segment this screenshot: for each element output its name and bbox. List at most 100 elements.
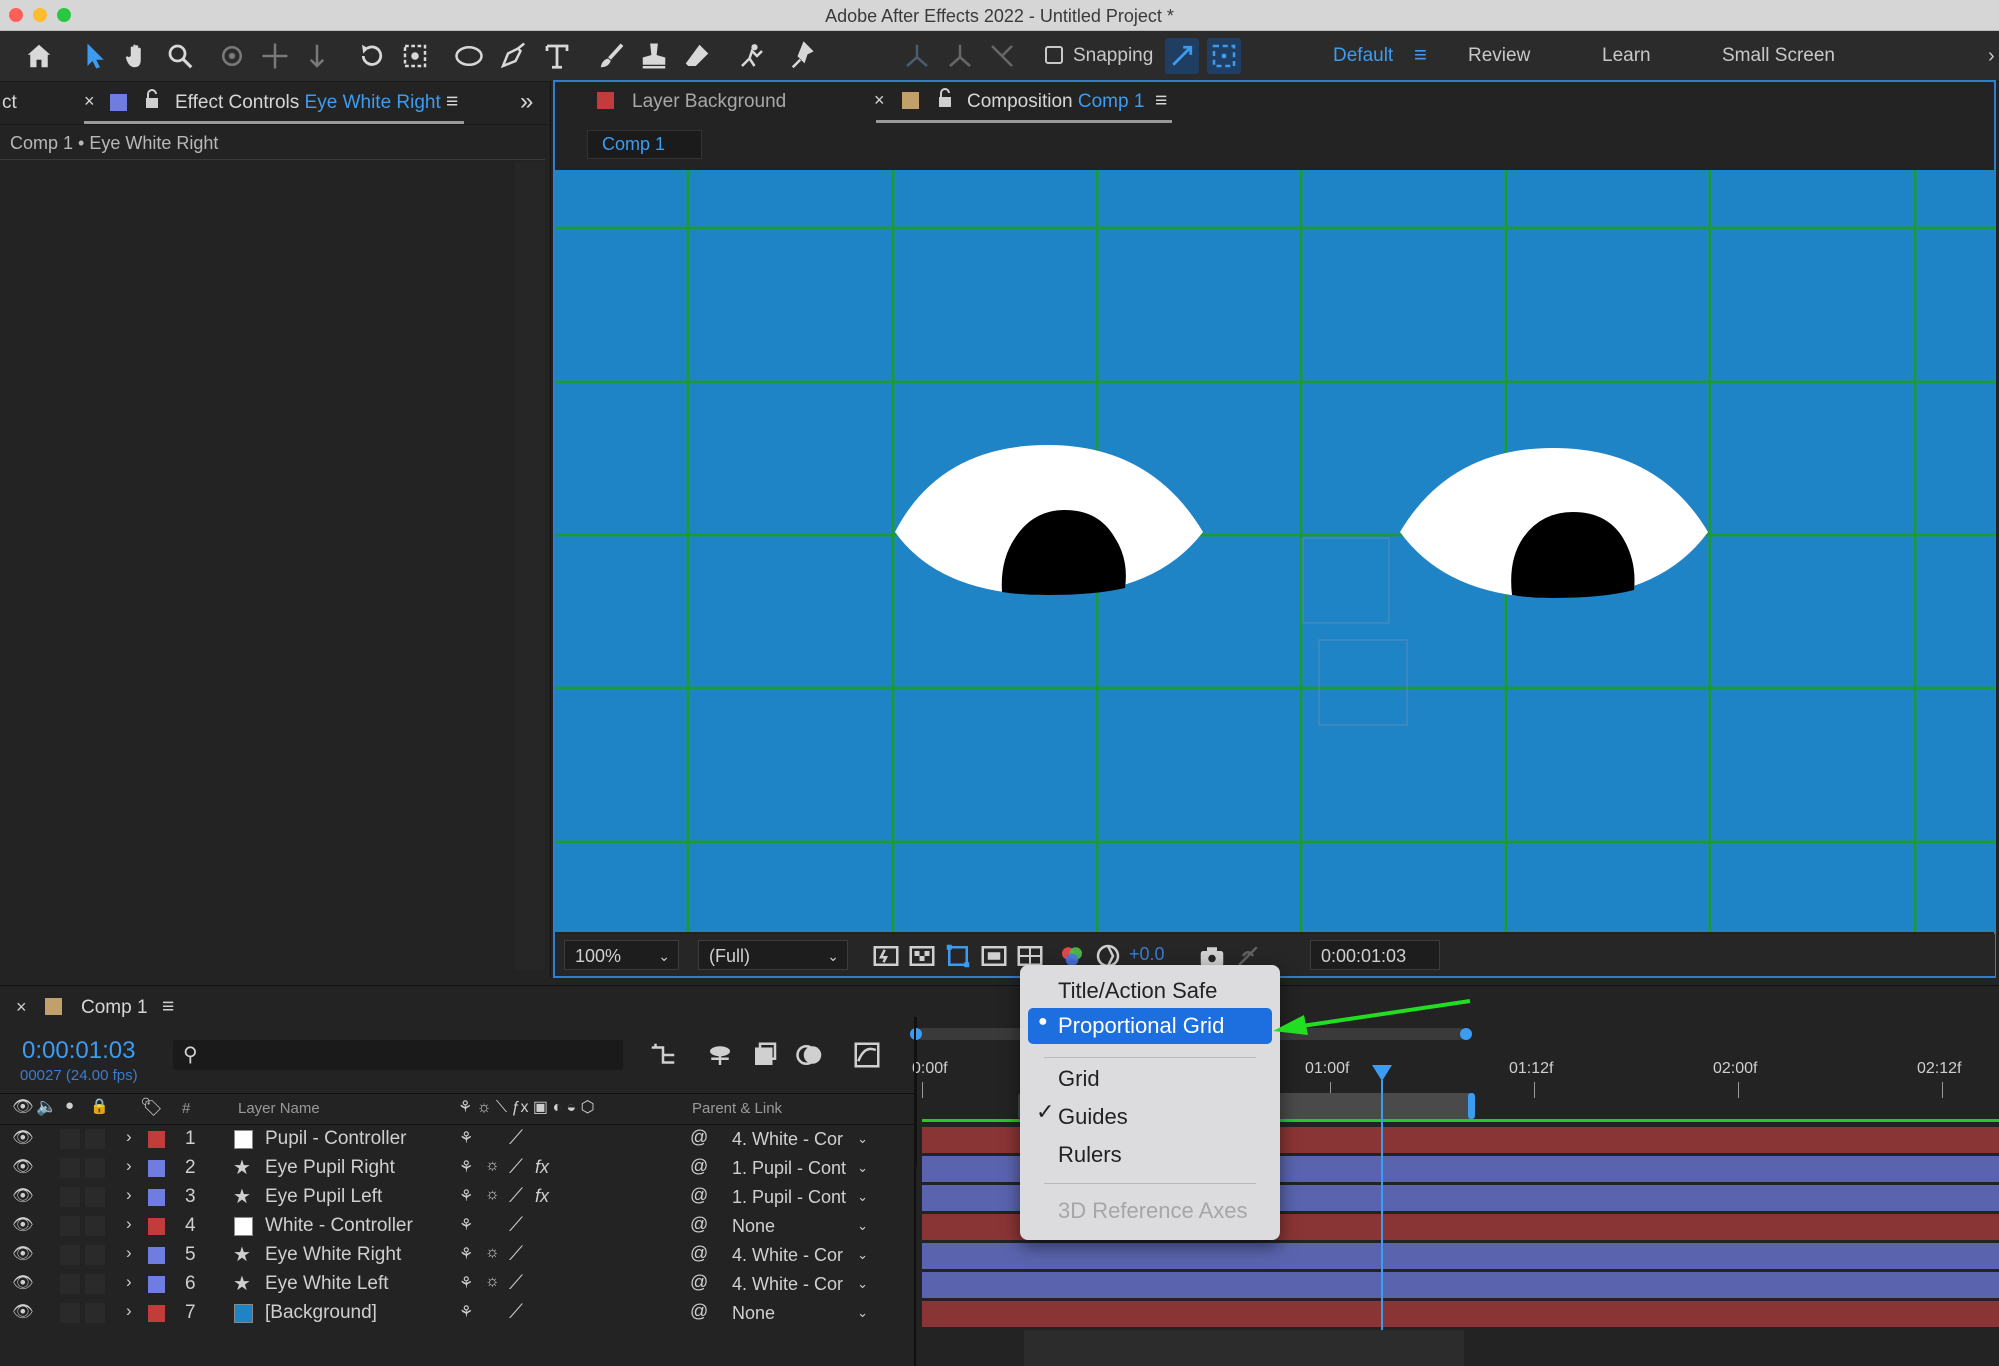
world-axis-mode-icon[interactable]	[943, 38, 977, 74]
composition-viewer[interactable]	[555, 170, 1995, 932]
workspace-small-screen[interactable]: Small Screen	[1722, 45, 1835, 67]
layer-name-column[interactable]: Layer Name	[238, 1100, 320, 1117]
menu-item-proportional-grid[interactable]: ● Proportional Grid	[1028, 1008, 1272, 1044]
label-color-swatch[interactable]	[148, 1160, 165, 1177]
panel-overflow-icon[interactable]: »	[520, 88, 533, 116]
eye-visibility-icon[interactable]: 👁	[12, 1244, 34, 1264]
layer-duration-bar[interactable]	[922, 1243, 1999, 1269]
close-timeline-tab-icon[interactable]: ×	[16, 997, 27, 1018]
shy-switch-icon[interactable]: ⚘	[459, 1128, 473, 1148]
dolly-camera-icon[interactable]	[300, 38, 334, 74]
current-time-display[interactable]: 0:00:01:03	[22, 1037, 135, 1065]
quality-switch-icon[interactable]: ⟋	[509, 1272, 523, 1295]
frame-blending-icon[interactable]	[748, 1037, 782, 1073]
eraser-tool-icon[interactable]	[680, 38, 714, 74]
zoom-dropdown[interactable]: 100% ⌄	[564, 940, 679, 970]
quality-switch-icon[interactable]: ⟋	[509, 1127, 523, 1150]
pick-whip-icon[interactable]: @	[690, 1243, 708, 1264]
quality-switch-icon[interactable]: ⟋	[509, 1243, 523, 1266]
comp-lock-icon[interactable]	[937, 88, 953, 114]
menu-item-grid[interactable]: Grid	[1058, 1063, 1100, 1095]
solo-switch[interactable]	[60, 1187, 80, 1207]
type-tool-icon[interactable]	[540, 38, 574, 74]
roto-brush-tool-icon[interactable]	[735, 38, 769, 74]
solo-switch[interactable]	[60, 1245, 80, 1265]
panel-menu-icon[interactable]: ≡	[446, 90, 458, 114]
layer-name[interactable]: Pupil - Controller	[265, 1128, 407, 1150]
transparency-grid-icon[interactable]	[905, 938, 939, 974]
graph-editor-icon[interactable]	[850, 1037, 884, 1073]
lock-switch[interactable]	[85, 1274, 105, 1294]
close-comp-tab-icon[interactable]: ×	[874, 90, 885, 111]
label-color-swatch[interactable]	[148, 1305, 165, 1322]
layer-row[interactable]: 👁 › 5 ★ Eye White Right ⚘ ☼ ⟋ @4. White - Cor ⌄	[0, 1241, 915, 1270]
pick-whip-icon[interactable]: @	[690, 1214, 708, 1235]
pick-whip-icon[interactable]: @	[690, 1156, 708, 1177]
eye-visibility-icon[interactable]: 👁	[12, 1215, 34, 1235]
viewer-timecode[interactable]: 0:00:01:03	[1310, 940, 1440, 970]
label-color-swatch[interactable]	[148, 1218, 165, 1235]
shy-switch-icon[interactable]: ⚘	[459, 1157, 473, 1177]
collapse-switch-icon[interactable]: ☼	[485, 1244, 500, 1262]
puppet-pin-tool-icon[interactable]	[787, 38, 821, 74]
workspace-default[interactable]: Default	[1333, 45, 1393, 67]
pick-whip-icon[interactable]: @	[690, 1185, 708, 1206]
comp-flowchart-icon[interactable]	[646, 1037, 680, 1073]
audio-column-icon[interactable]: 🔈	[36, 1097, 57, 1117]
hide-shy-layers-icon[interactable]	[703, 1037, 737, 1073]
current-time-indicator-head[interactable]	[1372, 1065, 1392, 1081]
snap-feature-icon[interactable]	[1165, 38, 1199, 74]
parent-dropdown[interactable]: 4. White - Cor ⌄	[722, 1243, 874, 1267]
home-icon[interactable]	[22, 38, 56, 74]
shy-switch-icon[interactable]: ⚘	[459, 1215, 473, 1235]
layer-name[interactable]: White - Controller	[265, 1215, 413, 1237]
current-time-indicator-line[interactable]	[1381, 1080, 1383, 1366]
parent-dropdown[interactable]: 1. Pupil - Cont ⌄	[722, 1156, 874, 1180]
solo-switch[interactable]	[60, 1303, 80, 1323]
video-column-eye-icon[interactable]: 👁	[12, 1097, 34, 1117]
zoom-tool-icon[interactable]	[163, 38, 197, 74]
solo-switch[interactable]	[60, 1158, 80, 1178]
pan-camera-icon[interactable]	[258, 38, 292, 74]
layer-row[interactable]: 👁 › 1 Pupil - Controller ⚘ ⟋ @4. White - Cor ⌄	[0, 1125, 915, 1154]
solo-column-icon[interactable]: ●	[65, 1097, 74, 1114]
solo-switch[interactable]	[60, 1216, 80, 1236]
menu-item-title-action-safe[interactable]: Title/Action Safe	[1058, 975, 1217, 1007]
close-tab-icon[interactable]: ×	[84, 91, 95, 112]
layer-row[interactable]: 👁 › 7 [Background] ⚘ ⟋ @ None ⌄	[0, 1299, 915, 1328]
parent-dropdown[interactable]: None ⌄	[722, 1214, 874, 1238]
pen-tool-icon[interactable]	[496, 38, 530, 74]
pick-whip-icon[interactable]: @	[690, 1127, 708, 1148]
eye-visibility-icon[interactable]: 👁	[12, 1273, 34, 1293]
quality-switch-icon[interactable]: ⟋	[509, 1301, 523, 1324]
parent-dropdown[interactable]: 4. White - Cor ⌄	[722, 1272, 874, 1296]
layer-name[interactable]: Eye White Right	[265, 1244, 401, 1266]
workspace-review[interactable]: Review	[1468, 45, 1530, 67]
navigator-start-handle[interactable]	[910, 1028, 922, 1040]
lock-column-icon[interactable]: 🔒	[90, 1097, 109, 1115]
layer-background-tab[interactable]: Layer Background	[632, 91, 786, 113]
fast-previews-icon[interactable]	[869, 938, 903, 974]
collapse-switch-icon[interactable]: ☼	[485, 1186, 500, 1204]
layer-row[interactable]: 👁 › 2 ★ Eye Pupil Right ⚘ ☼ ⟋ fx @1. Pupil - Cont…	[0, 1154, 915, 1183]
layer-duration-bar[interactable]	[922, 1301, 1999, 1327]
shy-switch-icon[interactable]: ⚘	[459, 1186, 473, 1206]
panel-scrollbar[interactable]	[515, 162, 545, 970]
layer-name[interactable]: Eye Pupil Right	[265, 1157, 395, 1179]
resolution-dropdown[interactable]: (Full) ⌄	[698, 940, 848, 970]
layer-duration-bar[interactable]	[922, 1272, 1999, 1298]
shy-switch-icon[interactable]: ⚘	[459, 1302, 473, 1322]
collapse-switch-icon[interactable]: ☼	[485, 1273, 500, 1291]
workspace-learn[interactable]: Learn	[1602, 45, 1651, 67]
menu-item-rulers[interactable]: Rulers	[1058, 1139, 1122, 1171]
motion-blur-icon[interactable]	[793, 1037, 827, 1073]
local-axis-mode-icon[interactable]	[900, 38, 934, 74]
label-color-swatch[interactable]	[148, 1131, 165, 1148]
collapse-switch-icon[interactable]: ☼	[485, 1157, 500, 1175]
quality-switch-icon[interactable]: ⟋	[509, 1185, 523, 1208]
snapping-checkbox[interactable]	[1045, 46, 1063, 64]
comp-panel-menu-icon[interactable]: ≡	[1155, 89, 1167, 113]
label-column-tag-icon[interactable]: 🏷	[140, 1097, 163, 1118]
layer-name[interactable]: Eye Pupil Left	[265, 1186, 382, 1208]
shy-switch-icon[interactable]: ⚘	[459, 1244, 473, 1264]
